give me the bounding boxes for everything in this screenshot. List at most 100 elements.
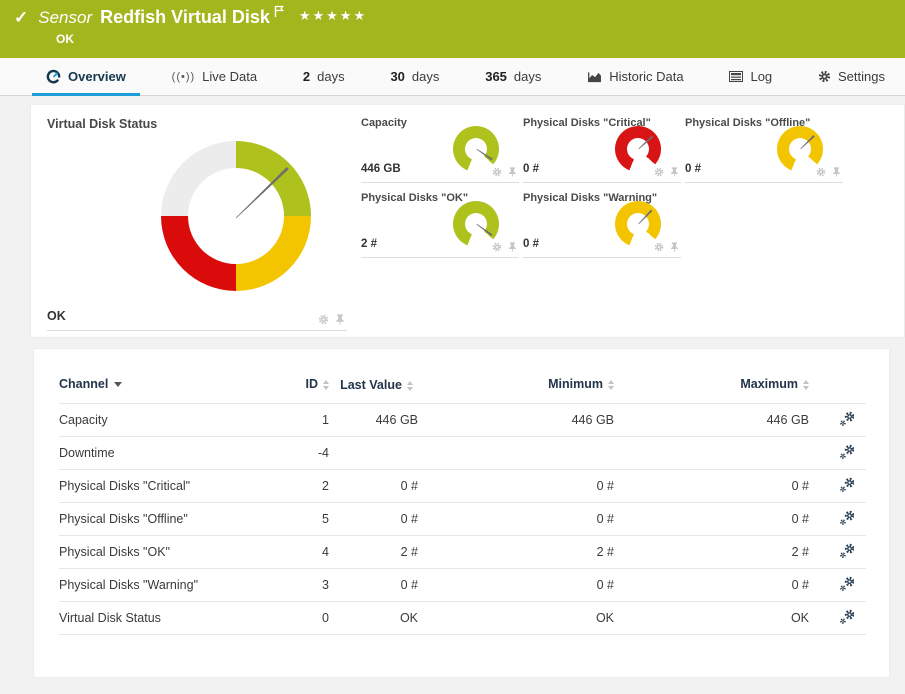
column-label: ID [306, 377, 319, 391]
gear-icon[interactable] [654, 242, 664, 252]
mini-gauge-title: Physical Disks "Warning" [523, 192, 681, 204]
sensor-status-text: OK [56, 32, 895, 46]
tab-label: days [317, 69, 344, 84]
channel-name-cell: Virtual Disk Status [59, 602, 259, 635]
channel-minimum-cell: 0 # [424, 470, 614, 503]
column-header-actions [809, 371, 866, 404]
channel-table-row: Capacity 1 446 GB 446 GB 446 GB [59, 404, 866, 437]
tab-historic-data[interactable]: Historic Data [581, 58, 689, 95]
historic-chart-icon [587, 71, 602, 83]
channel-last-value-cell: 446 GB [329, 404, 424, 437]
tab-bar: Overview ((•)) Live Data 2 days 30 days … [0, 58, 905, 96]
channel-settings-cell [809, 470, 866, 503]
channel-table-row: Physical Disks "Warning" 3 0 # 0 # 0 # [59, 569, 866, 602]
channel-last-value-cell: 0 # [329, 503, 424, 536]
primary-gauge-needle [233, 165, 290, 221]
tab-label: days [412, 69, 439, 84]
mini-gauge-title: Physical Disks "OK" [361, 192, 519, 204]
pin-icon[interactable] [334, 313, 345, 325]
tab-label: Overview [68, 69, 126, 84]
live-data-icon: ((•)) [172, 71, 196, 83]
tab-overview[interactable]: Overview [40, 58, 132, 95]
channel-name-cell: Physical Disks "Offline" [59, 503, 259, 536]
channel-id-cell: 0 [259, 602, 329, 635]
flag-icon[interactable] [274, 5, 285, 23]
gear-icon[interactable] [492, 167, 502, 177]
channel-id-cell: 4 [259, 536, 329, 569]
column-header-channel[interactable]: Channel [59, 371, 259, 404]
mini-gauge-grid: Capacity 446 GB Physical Disks "Critical… [361, 117, 843, 337]
channel-settings-icon[interactable] [839, 576, 854, 594]
column-header-last-value[interactable]: Last Value [329, 371, 424, 404]
tab-30-days[interactable]: 30 days [384, 58, 445, 95]
channel-table-row: Physical Disks "Offline" 5 0 # 0 # 0 # [59, 503, 866, 536]
primary-gauge-cell: Virtual Disk Status OK [47, 117, 347, 331]
tab-label: Live Data [202, 69, 257, 84]
mini-gauge-value: 0 # [523, 163, 539, 175]
pin-icon[interactable] [507, 241, 517, 252]
mini-gauge-title: Capacity [361, 117, 519, 129]
channel-table-row: Physical Disks "OK" 4 2 # 2 # 2 # [59, 536, 866, 569]
channel-settings-icon[interactable] [839, 444, 854, 462]
column-label: Minimum [548, 377, 603, 391]
channel-table-panel: Channel ID Last Value Minimum Maximum Ca… [33, 348, 890, 678]
channel-maximum-cell: OK [614, 602, 809, 635]
channel-table-row: Downtime -4 [59, 437, 866, 470]
channel-settings-cell [809, 503, 866, 536]
tab-2-days[interactable]: 2 days [297, 58, 351, 95]
tab-live-data[interactable]: ((•)) Live Data [166, 58, 263, 95]
pin-icon[interactable] [831, 166, 841, 177]
gear-icon[interactable] [816, 167, 826, 177]
channel-last-value-cell [329, 437, 424, 470]
mini-gauge-cell: Capacity 446 GB [361, 117, 519, 183]
channel-settings-icon[interactable] [839, 543, 854, 561]
gear-icon[interactable] [654, 167, 664, 177]
tab-log[interactable]: Log [723, 58, 778, 95]
channel-id-cell: 5 [259, 503, 329, 536]
channel-settings-icon[interactable] [839, 510, 854, 528]
sensor-titlebar: ✓ Sensor Redfish Virtual Disk ★★★★★ OK [0, 0, 905, 58]
tab-label: days [514, 69, 541, 84]
channel-maximum-cell: 0 # [614, 503, 809, 536]
channel-minimum-cell: 2 # [424, 536, 614, 569]
channel-settings-icon[interactable] [839, 411, 854, 429]
channel-last-value-cell: 0 # [329, 470, 424, 503]
tab-settings[interactable]: Settings [812, 58, 891, 95]
channel-id-cell: -4 [259, 437, 329, 470]
pin-icon[interactable] [507, 166, 517, 177]
gauge-icon [46, 69, 61, 84]
channel-table-row: Physical Disks "Critical" 2 0 # 0 # 0 # [59, 470, 866, 503]
gear-icon[interactable] [318, 314, 329, 325]
channel-name-cell: Downtime [59, 437, 259, 470]
tab-number: 30 [390, 69, 404, 84]
channel-minimum-cell: 0 # [424, 569, 614, 602]
mini-gauge-cell: Physical Disks "Critical" 0 # [523, 117, 681, 183]
mini-gauge-needle [637, 209, 652, 225]
status-ok-check-icon: ✓ [14, 8, 28, 28]
channel-maximum-cell [614, 437, 809, 470]
channel-minimum-cell [424, 437, 614, 470]
mini-gauge-title: Physical Disks "Critical" [523, 117, 681, 129]
channel-name-cell: Capacity [59, 404, 259, 437]
gear-icon[interactable] [492, 242, 502, 252]
mini-gauge-needle [475, 148, 492, 161]
pin-icon[interactable] [669, 241, 679, 252]
channel-minimum-cell: OK [424, 602, 614, 635]
channel-settings-icon[interactable] [839, 477, 854, 495]
channel-settings-icon[interactable] [839, 609, 854, 627]
mini-gauge-needle [799, 135, 815, 150]
column-header-minimum[interactable]: Minimum [424, 371, 614, 404]
channel-maximum-cell: 0 # [614, 569, 809, 602]
mini-gauge-value: 446 GB [361, 163, 401, 175]
priority-stars[interactable]: ★★★★★ [299, 8, 367, 24]
sort-icon [407, 381, 413, 391]
pin-icon[interactable] [669, 166, 679, 177]
mini-gauge-needle [475, 223, 492, 237]
channel-last-value-cell: 0 # [329, 569, 424, 602]
tab-365-days[interactable]: 365 days [479, 58, 547, 95]
mini-gauge-value: 0 # [523, 238, 539, 250]
channel-settings-cell [809, 602, 866, 635]
column-header-maximum[interactable]: Maximum [614, 371, 809, 404]
column-header-id[interactable]: ID [259, 371, 329, 404]
tab-label: Settings [838, 69, 885, 84]
